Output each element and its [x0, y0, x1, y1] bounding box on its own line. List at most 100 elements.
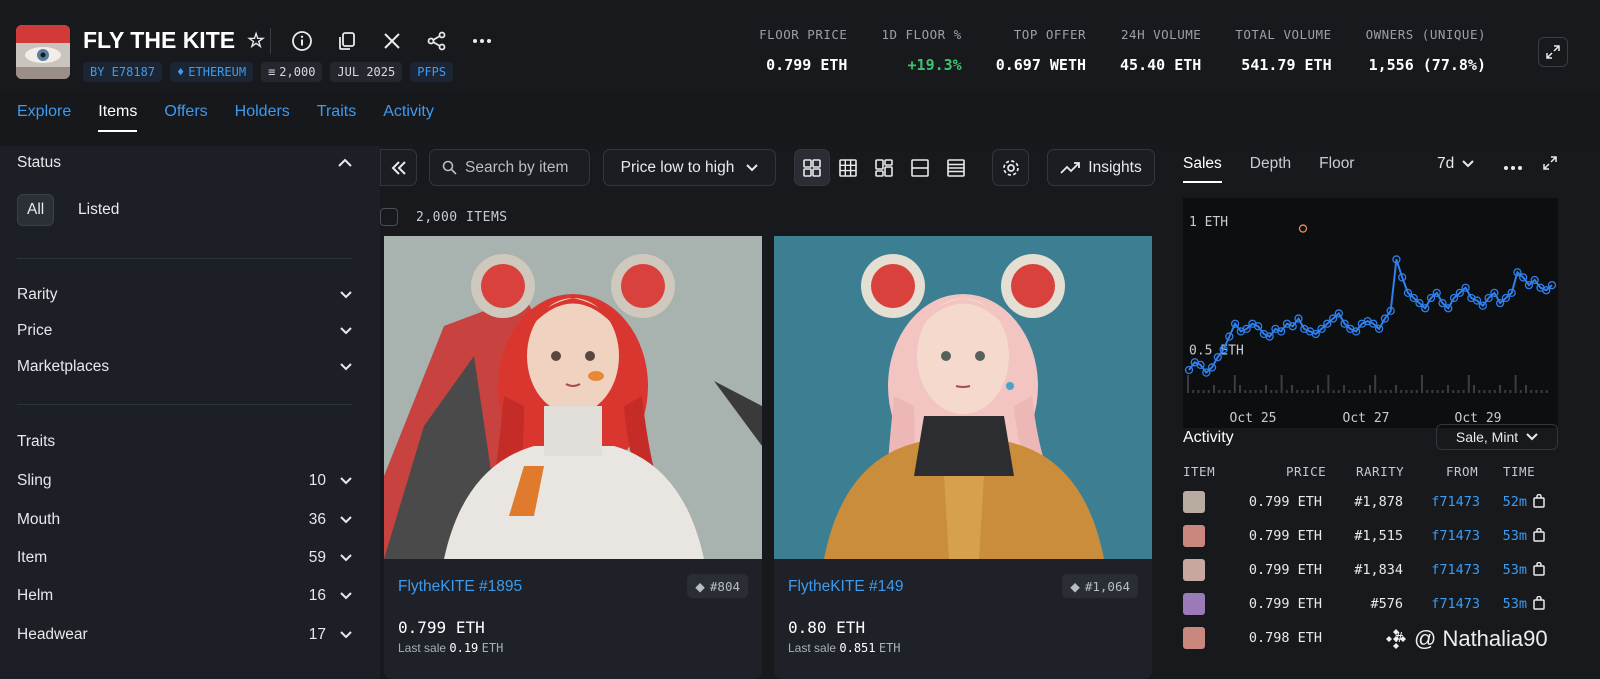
- item-thumbnail[interactable]: [1183, 593, 1205, 615]
- copy-icon[interactable]: [332, 26, 362, 56]
- trait-item[interactable]: Item 59: [17, 549, 352, 567]
- row-from[interactable]: f71473: [1431, 528, 1480, 544]
- row-from[interactable]: f71473: [1431, 562, 1480, 578]
- item-name[interactable]: FlytheKITE #149: [788, 578, 903, 596]
- insights-label: Insights: [1088, 158, 1142, 176]
- volume-bar: [1369, 385, 1371, 393]
- chart-tab-sales[interactable]: Sales: [1183, 155, 1222, 183]
- volume-bar: [1353, 390, 1356, 393]
- supply-label: 2,000: [279, 65, 316, 79]
- items-panel: Search by item Price low to high Insight…: [380, 146, 1157, 679]
- sort-dropdown[interactable]: Price low to high: [603, 149, 776, 186]
- expand-icon[interactable]: [1543, 156, 1557, 175]
- tab-traits[interactable]: Traits: [317, 103, 356, 132]
- more-icon[interactable]: [1503, 158, 1523, 176]
- mosaic-view-button[interactable]: [866, 149, 902, 186]
- trait-name: Helm: [17, 587, 54, 604]
- search-input[interactable]: Search by item: [429, 149, 590, 186]
- collection-tags: BY E78187 ♦ ETHEREUM ≡ 2,000 JUL 2025 PFPS: [83, 62, 454, 82]
- collapse-sidebar-button[interactable]: [380, 149, 417, 186]
- more-icon[interactable]: [467, 26, 497, 56]
- trait-count: 16: [308, 587, 326, 604]
- volume-bar: [1525, 385, 1527, 393]
- volume-bar: [1363, 390, 1366, 393]
- status-listed-button[interactable]: Listed: [69, 194, 128, 226]
- volume-bar: [1223, 390, 1226, 393]
- trait-helm[interactable]: Helm 16: [17, 587, 352, 605]
- settings-button[interactable]: [992, 149, 1029, 186]
- stat-value: 541.79 ETH: [1241, 56, 1332, 74]
- star-icon[interactable]: ☆: [247, 28, 265, 53]
- chain-tag[interactable]: ♦ ETHEREUM: [170, 62, 254, 82]
- sales-chart[interactable]: 1 ETH0.5 ETHOct 25 Oct 27 Oct 29: [1183, 198, 1558, 428]
- trait-sling[interactable]: Sling 10: [17, 472, 352, 490]
- insights-panel: Sales Depth Floor 7d 1 ETH 0.5 ETH Oct 25 Oct…: [1157, 146, 1600, 679]
- item-name[interactable]: FlytheKITE #1895: [398, 578, 522, 596]
- volume-bar: [1322, 390, 1325, 393]
- tab-explore[interactable]: Explore: [17, 103, 71, 132]
- x-twitter-icon[interactable]: [377, 26, 407, 56]
- table-view-button[interactable]: [938, 149, 974, 186]
- share-icon[interactable]: [422, 26, 452, 56]
- item-thumbnail[interactable]: [1183, 491, 1205, 513]
- chart-tab-depth[interactable]: Depth: [1250, 155, 1291, 183]
- row-rarity: #1,878: [1354, 494, 1403, 510]
- filter-marketplaces[interactable]: Marketplaces: [17, 358, 352, 376]
- row-time[interactable]: 53m: [1503, 562, 1527, 578]
- grid-large-view-button[interactable]: [794, 149, 830, 186]
- fullscreen-icon[interactable]: [1538, 37, 1568, 67]
- volume-bar: [1410, 390, 1413, 393]
- tab-items[interactable]: Items: [98, 103, 138, 132]
- activity-row[interactable]: 0.799 ETH #1,878 f71473 52m: [1183, 486, 1563, 520]
- info-icon[interactable]: [287, 26, 317, 56]
- chevron-down-icon: [340, 358, 352, 376]
- chevron-down-icon: [340, 587, 352, 605]
- row-time[interactable]: 53m: [1503, 528, 1527, 544]
- row-time[interactable]: 53m: [1503, 596, 1527, 612]
- filter-label: Marketplaces: [17, 358, 110, 375]
- category-tag[interactable]: PFPS: [410, 62, 454, 82]
- trait-mouth[interactable]: Mouth 36: [17, 511, 352, 529]
- status-all-button[interactable]: All: [17, 194, 55, 226]
- tab-offers[interactable]: Offers: [164, 103, 207, 132]
- activity-filter-dropdown[interactable]: Sale, Mint: [1436, 424, 1558, 450]
- item-card[interactable]: FlytheKITE #1895 ◆ #804 0.799 ETH Last sa…: [384, 236, 762, 679]
- creator-tag[interactable]: BY E78187: [83, 62, 163, 82]
- status-filter-header[interactable]: Status: [17, 154, 352, 172]
- select-all-checkbox[interactable]: [380, 208, 398, 226]
- rarity-rank: #1,064: [1084, 578, 1130, 594]
- activity-row[interactable]: 0.799 ETH #576 f71473 53m: [1183, 588, 1563, 622]
- row-time[interactable]: 52m: [1503, 494, 1527, 510]
- volume-bar: [1296, 390, 1299, 393]
- filter-rarity[interactable]: Rarity: [17, 286, 352, 304]
- volume-bar: [1441, 390, 1444, 393]
- row-from[interactable]: f71473: [1431, 494, 1480, 510]
- volume-bar: [1519, 390, 1522, 393]
- volume-bar: [1374, 375, 1377, 393]
- item-thumbnail[interactable]: [1183, 559, 1205, 581]
- activity-row[interactable]: 0.799 ETH #1,834 f71473 53m: [1183, 554, 1563, 588]
- list-view-button[interactable]: [902, 149, 938, 186]
- activity-row[interactable]: 0.799 ETH #1,515 f71473 53m: [1183, 520, 1563, 554]
- item-image: [384, 236, 762, 559]
- trait-count-group: 10: [309, 472, 352, 490]
- filter-price[interactable]: Price: [17, 322, 352, 340]
- insights-button[interactable]: Insights: [1047, 149, 1155, 186]
- item-thumbnail[interactable]: [1183, 627, 1205, 649]
- tab-activity[interactable]: Activity: [383, 103, 434, 132]
- item-card[interactable]: FlytheKITE #149 ◆ #1,064 0.80 ETH Last sa…: [774, 236, 1152, 679]
- layers-icon: ≡: [268, 65, 276, 79]
- tab-holders[interactable]: Holders: [235, 103, 290, 132]
- filter-sidebar: Status All Listed Rarity Price Marketplace…: [0, 146, 380, 679]
- range-dropdown[interactable]: 7d: [1437, 155, 1474, 173]
- row-from[interactable]: f71473: [1431, 596, 1480, 612]
- trait-headwear[interactable]: Headwear 17: [17, 626, 352, 644]
- rarity-badge: ◆ #804: [687, 574, 748, 598]
- chart-tab-floor[interactable]: Floor: [1319, 155, 1354, 183]
- volume-bar: [1400, 390, 1403, 393]
- volume-bar: [1259, 390, 1262, 393]
- grid-small-view-button[interactable]: [830, 149, 866, 186]
- y-tick-label: 0.5 ETH: [1189, 343, 1244, 358]
- item-thumbnail[interactable]: [1183, 525, 1205, 547]
- volume-bar: [1213, 385, 1215, 393]
